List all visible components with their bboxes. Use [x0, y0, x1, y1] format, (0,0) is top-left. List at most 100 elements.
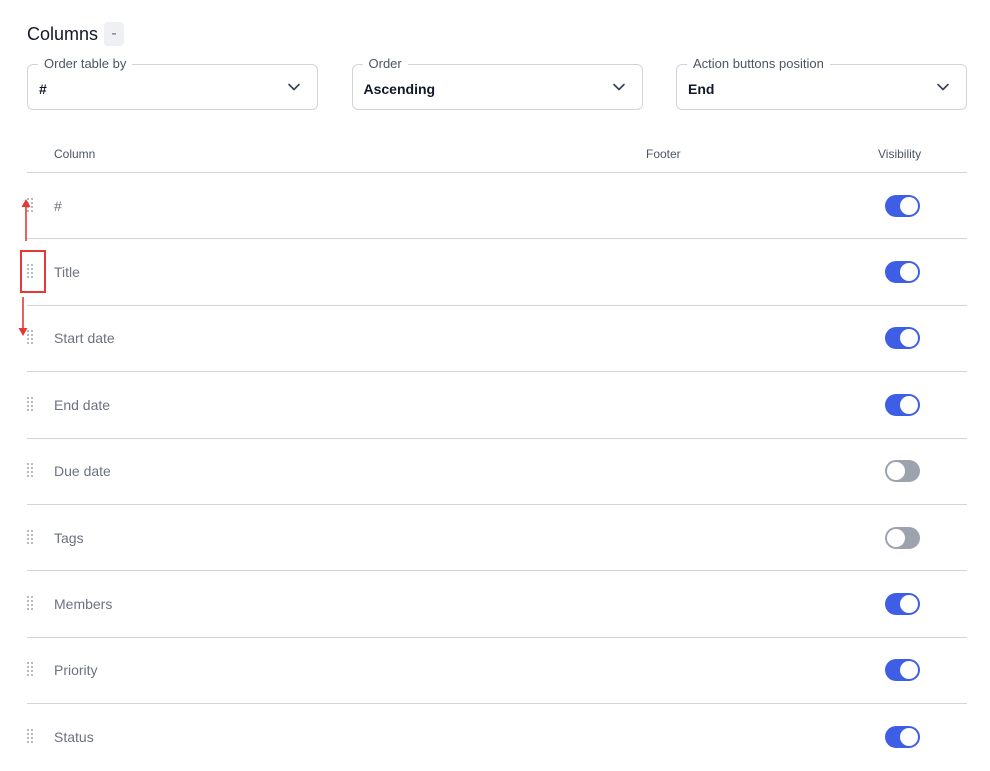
table-row: Members	[27, 571, 967, 638]
footer-header: Footer	[646, 147, 681, 161]
drag-dot	[27, 596, 29, 599]
columns-table-body: # Title Start date End date Due date Tags Memb…	[27, 173, 967, 771]
drag-dot	[31, 666, 33, 669]
drag-dot	[27, 533, 29, 536]
drag-dot	[31, 741, 33, 744]
drag-handle-icon[interactable]	[27, 463, 35, 479]
table-row: Priority	[27, 638, 967, 705]
toggle-knob	[900, 661, 918, 680]
visibility-toggle[interactable]	[885, 726, 920, 749]
drag-dot	[31, 467, 33, 470]
table-row: Start date	[27, 306, 967, 373]
visibility-toggle[interactable]	[885, 659, 920, 682]
drag-dot	[27, 396, 29, 399]
toggle-knob	[900, 329, 918, 348]
drag-dot	[31, 463, 33, 466]
column-name: Priority	[54, 662, 98, 679]
drag-dot	[31, 533, 33, 536]
table-row: Tags	[27, 505, 967, 572]
drag-dot	[27, 729, 29, 732]
drag-dot	[31, 608, 33, 611]
drag-dot	[31, 400, 33, 403]
drag-dot	[27, 463, 29, 466]
columns-table-header: Column Footer Visibility	[27, 140, 967, 173]
drag-dot	[31, 674, 33, 677]
order-direction-value: Ascending	[363, 81, 436, 97]
drag-dot	[27, 467, 29, 470]
table-row: Status	[27, 704, 967, 770]
drag-dot	[31, 408, 33, 411]
toggle-knob	[887, 462, 905, 481]
drag-dot	[27, 404, 29, 407]
order-direction-select[interactable]: Order Ascending	[351, 56, 643, 110]
toggle-knob	[900, 263, 918, 282]
chevron-down-icon	[288, 83, 300, 91]
toggle-knob	[900, 728, 918, 747]
column-name: End date	[54, 396, 111, 413]
column-name: #	[54, 197, 62, 214]
drag-dot	[31, 596, 33, 599]
arrow-up-icon	[21, 199, 31, 241]
drag-dot	[31, 670, 33, 673]
toggle-knob	[887, 528, 905, 547]
panel-title: Columns	[27, 24, 99, 44]
order-direction-label: Order	[362, 56, 408, 72]
action-buttons-position-select[interactable]: Action buttons position End	[676, 56, 967, 110]
table-row: Title	[27, 239, 967, 306]
panel-header: Columns -	[27, 22, 125, 46]
drag-handle-highlight	[20, 250, 46, 293]
drag-handle-icon[interactable]	[27, 729, 35, 745]
column-name: Due date	[54, 463, 111, 480]
table-row: #	[27, 173, 967, 240]
drag-dot	[27, 471, 29, 474]
drag-dot	[27, 600, 29, 603]
drag-handle-icon[interactable]	[27, 529, 35, 546]
drag-dot	[27, 674, 29, 677]
visibility-toggle[interactable]	[885, 593, 920, 616]
visibility-toggle[interactable]	[885, 460, 920, 483]
drag-dot	[31, 604, 33, 607]
drag-dot	[27, 475, 29, 478]
drag-dot	[31, 475, 33, 478]
drag-dot	[27, 408, 29, 411]
drag-dot	[31, 338, 33, 341]
drag-dot	[27, 733, 29, 736]
drag-handle-icon[interactable]	[27, 396, 35, 413]
drag-dot	[27, 342, 29, 345]
drag-dot	[31, 737, 33, 740]
drag-handle-icon[interactable]	[27, 662, 35, 678]
visibility-toggle[interactable]	[885, 194, 920, 217]
drag-dot	[27, 537, 29, 540]
collapse-button[interactable]: -	[104, 22, 125, 46]
column-name: Title	[54, 264, 80, 281]
ordering-controls: Order table by # Order Ascending Action …	[27, 56, 967, 110]
drag-dot	[27, 662, 29, 665]
order-table-by-label: Order table by	[38, 56, 133, 72]
drag-dot	[31, 396, 33, 399]
visibility-header: Visibility	[878, 147, 922, 161]
column-header: Column	[54, 147, 96, 161]
toggle-knob	[900, 595, 918, 614]
drag-handle-icon[interactable]	[27, 596, 35, 612]
column-name: Start date	[54, 330, 115, 347]
order-table-by-select[interactable]: Order table by #	[27, 56, 318, 110]
visibility-toggle[interactable]	[885, 393, 920, 416]
drag-dot	[27, 400, 29, 403]
drag-dot	[27, 737, 29, 740]
column-name: Members	[54, 596, 113, 613]
column-name: Status	[54, 729, 94, 746]
visibility-toggle[interactable]	[885, 261, 920, 284]
action-buttons-position-value: End	[688, 81, 715, 97]
drag-dot	[31, 733, 33, 736]
drag-dot	[31, 541, 33, 544]
drag-dot	[31, 334, 33, 337]
drag-dot	[31, 404, 33, 407]
arrow-down-icon	[18, 297, 28, 336]
drag-dot	[27, 608, 29, 611]
drag-dot	[27, 741, 29, 744]
action-buttons-position-label: Action buttons position	[687, 56, 830, 72]
chevron-down-icon	[612, 83, 625, 91]
drag-dot	[31, 471, 33, 474]
visibility-toggle[interactable]	[885, 526, 920, 549]
visibility-toggle[interactable]	[885, 327, 920, 350]
